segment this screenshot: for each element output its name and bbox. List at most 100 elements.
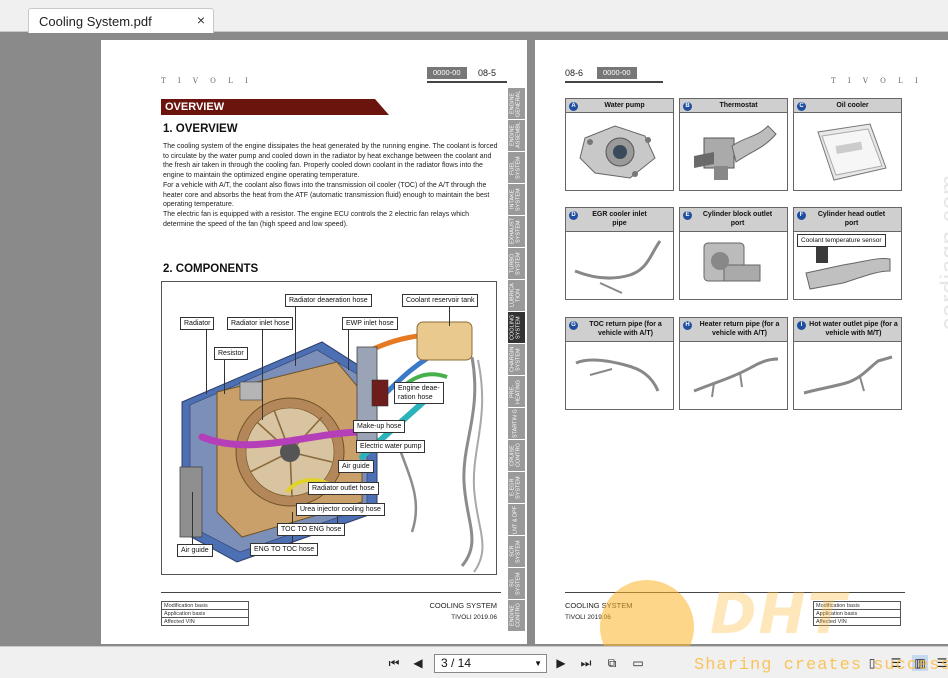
card-header: A Water pump — [566, 99, 673, 113]
next-page-icon[interactable]: ▶ — [553, 655, 569, 671]
cylinder-head-outlet-port-image — [805, 247, 891, 290]
close-tab-icon[interactable]: × — [197, 12, 205, 28]
card-title: Water pump — [604, 102, 645, 109]
page-number-select[interactable]: 3 / 14 ▼ — [434, 654, 547, 673]
tab-bar: Cooling System.pdf × — [0, 0, 948, 33]
card-title: TOC return pipe (for a vehicle with A/T) — [589, 321, 662, 337]
card-letter-badge: G — [569, 321, 578, 330]
side-tab[interactable]: INTAKE SYSTEM — [508, 184, 525, 215]
card-letter-badge: I — [797, 321, 806, 330]
label-urea-injector-cooling-hose: Urea injector cooling hose — [296, 503, 385, 516]
last-page-icon[interactable]: ⏭ — [578, 655, 594, 671]
card-title: Hot water outlet pipe (for a vehicle wit… — [809, 321, 898, 337]
side-tab[interactable]: TURBO SYSTEM — [508, 248, 525, 279]
card-header: D EGR cooler inlet pipe — [566, 208, 673, 232]
first-page-icon[interactable]: ⏮ — [386, 655, 402, 671]
footer-row-label: Modification basis — [161, 601, 249, 610]
card-header: F Cylinder head outlet port — [794, 208, 901, 232]
side-tab-active[interactable]: COOLING SYSTEM — [508, 312, 525, 343]
side-tab[interactable]: LUBRICA TION — [508, 280, 525, 311]
label-radiator-inlet-hose: Radiator inlet hose — [227, 317, 294, 330]
share-watermark: Sharing creates success — [694, 656, 948, 675]
header-page-number: 08-6 — [565, 68, 584, 78]
label-radiator: Radiator — [180, 317, 215, 330]
label-resistor: Resistor — [214, 347, 248, 360]
document-viewer[interactable]: T I V O L I 0000-00 08-5 OVERVIEW 1. OVE… — [0, 33, 948, 646]
chevron-down-icon: ▼ — [534, 659, 542, 668]
card-letter-badge: F — [797, 211, 806, 220]
watermark-logo: DHT — [710, 582, 848, 647]
card-title: Heater return pipe (for a vehicle with A… — [699, 321, 780, 337]
card-header: B Thermostat — [680, 99, 787, 113]
heater-return-pipe-image — [693, 357, 779, 398]
component-card-oil-cooler: C Oil cooler — [793, 98, 902, 191]
card-title: Cylinder block outlet port — [702, 211, 773, 227]
footer-table: Modification basis Application basis Aff… — [161, 601, 249, 626]
toc-return-pipe-image — [575, 358, 660, 392]
footer-rule — [161, 592, 501, 593]
leader-line — [449, 306, 450, 326]
card-header: H Heater return pipe (for a vehicle with… — [680, 318, 787, 342]
side-tab[interactable]: ENGINE GENERAL — [508, 88, 525, 119]
header-brand: T I V O L I — [831, 77, 923, 85]
label-radiator-deaeration-hose: Radiator deaeration hose — [285, 294, 372, 307]
card-letter-badge: C — [797, 102, 806, 111]
footer-model-date: TIVOLI 2019.06 — [451, 614, 497, 621]
document-tab[interactable]: Cooling System.pdf × — [28, 8, 214, 33]
oil-cooler-image — [817, 123, 887, 181]
label-eng-to-toc-hose: ENG TO TOC hose — [250, 543, 319, 556]
label-engine-deaeration-hose-line2: ration hose — [398, 394, 433, 401]
label-electric-water-pump: Electric water pump — [356, 440, 426, 453]
card-letter-badge: D — [569, 211, 578, 220]
previous-page-icon[interactable]: ◀ — [410, 655, 426, 671]
card-title: Cylinder head outlet port — [817, 211, 886, 227]
side-tab[interactable]: CHARGIN SYSTEM — [508, 344, 525, 375]
card-letter-badge: A — [569, 102, 578, 111]
thermostat-image — [694, 125, 777, 180]
footer-row-label: Affected VIN — [161, 617, 249, 626]
label-toc-to-eng-hose: TOC TO ENG hose — [277, 523, 346, 536]
overview-paragraph-1: The cooling system of the engine dissipa… — [163, 143, 498, 179]
side-tab[interactable]: SCR SYSTEM — [508, 536, 525, 567]
leader-line — [295, 306, 296, 366]
card-title: Thermostat — [719, 102, 758, 109]
side-tab[interactable]: FUEL SYSTEM — [508, 152, 525, 183]
rotate-icon[interactable]: ▭ — [630, 655, 646, 671]
label-engine-deaeration-hose: Engine deae- ration hose — [394, 382, 444, 404]
side-tab[interactable]: PRE-HEATING — [508, 376, 525, 407]
cylinder-block-outlet-port-image — [703, 242, 761, 282]
side-tab[interactable]: E-EGR SYSTEM — [508, 472, 525, 503]
components-title: 2. COMPONENTS — [163, 263, 259, 275]
leader-line — [224, 354, 225, 394]
label-ewp-inlet-hose: EWP inlet hose — [342, 317, 398, 330]
side-tab[interactable]: STARTIN G — [508, 408, 525, 439]
side-tab[interactable]: LNT & DPF — [508, 504, 525, 535]
label-air-guide-right: Air guide — [338, 460, 374, 473]
card-title: Oil cooler — [836, 102, 869, 109]
overview-paragraph-3: The electric fan is equipped with a resi… — [163, 211, 470, 228]
side-tab[interactable]: CRUISE CONTRO — [508, 440, 525, 471]
egr-cooler-inlet-pipe-image — [574, 240, 662, 294]
label-air-guide-left: Air guide — [177, 544, 213, 557]
overview-title: 1. OVERVIEW — [163, 123, 238, 135]
water-pump-image — [579, 125, 656, 179]
components-diagram: Radiator deaeration hose Coolant reservo… — [161, 281, 497, 575]
component-card-cylinder-head-outlet-port: F Cylinder head outlet port Coolant temp… — [793, 207, 902, 300]
card-title: EGR cooler inlet pipe — [592, 211, 647, 227]
component-card-water-pump: A Water pump — [565, 98, 674, 191]
component-card-thermostat: B Thermostat — [679, 98, 788, 191]
label-coolant-reservoir-tank: Coolant reservoir tank — [402, 294, 479, 307]
leader-line — [262, 330, 263, 420]
side-tab[interactable]: EXHAUST SYSTEM — [508, 216, 525, 247]
component-card-toc-return-pipe: G TOC return pipe (for a vehicle with A/… — [565, 317, 674, 410]
card-header: G TOC return pipe (for a vehicle with A/… — [566, 318, 673, 342]
side-tab[interactable]: ENGINE ASSEMBL — [508, 120, 525, 151]
overview-banner: OVERVIEW — [161, 99, 389, 115]
side-tab[interactable]: SG SYSTEM — [508, 568, 525, 599]
copy-view-icon[interactable]: ⧉ — [604, 655, 620, 671]
card-letter-badge: B — [683, 102, 692, 111]
component-card-egr-cooler-inlet-pipe: D EGR cooler inlet pipe — [565, 207, 674, 300]
side-tab[interactable]: ENGINE CONTRO — [508, 600, 525, 631]
card-header: E Cylinder block outlet port — [680, 208, 787, 232]
page-indicator: 3 / 14 — [441, 656, 472, 670]
